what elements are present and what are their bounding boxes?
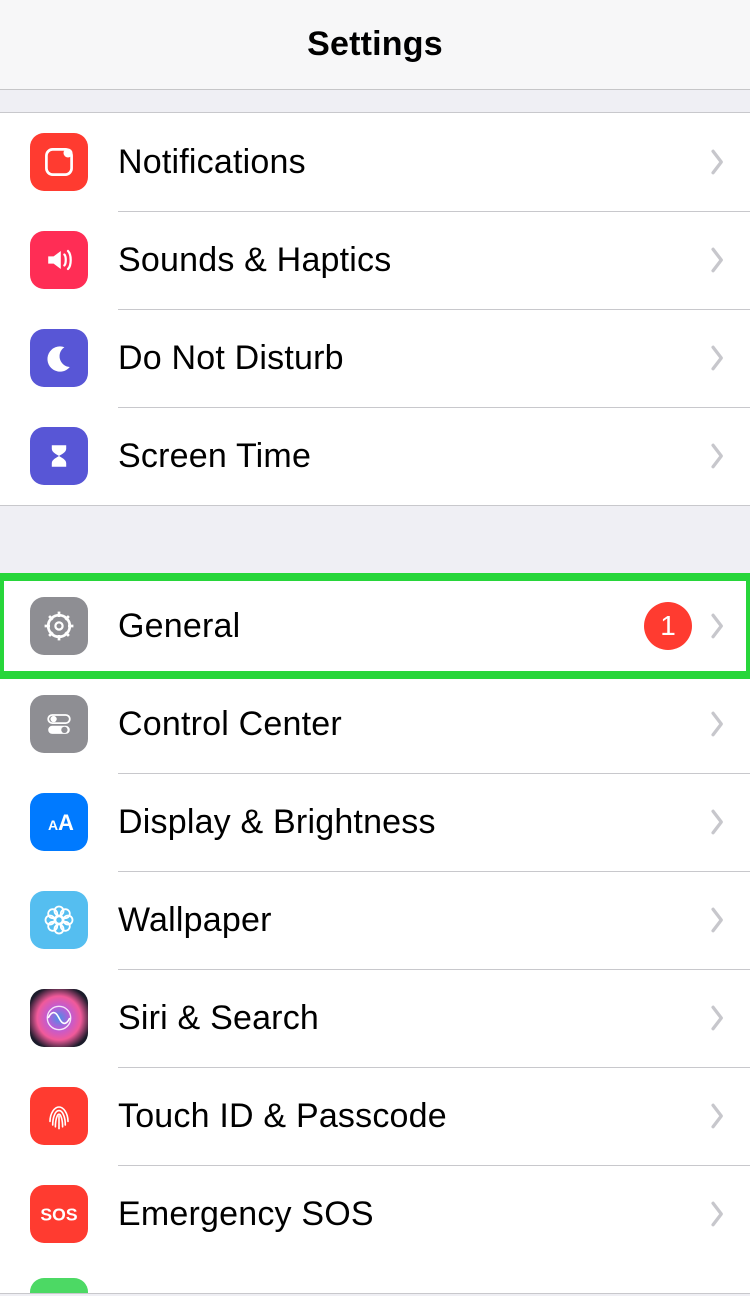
- notification-badge: 1: [644, 602, 692, 650]
- moon-icon: [30, 329, 88, 387]
- row-label: Notifications: [118, 143, 692, 182]
- page-title: Settings: [307, 25, 443, 64]
- separator: [118, 407, 750, 408]
- speaker-icon: [30, 231, 88, 289]
- chevron-right-icon: [704, 710, 732, 738]
- row-label: Sounds & Haptics: [118, 241, 692, 280]
- row-wallpaper[interactable]: Wallpaper: [0, 871, 750, 969]
- svg-text:A: A: [58, 810, 74, 835]
- row-general[interactable]: General 1: [0, 577, 750, 675]
- toggles-icon: [30, 695, 88, 753]
- chevron-right-icon: [704, 1102, 732, 1130]
- chevron-right-icon: [704, 808, 732, 836]
- chevron-right-icon: [704, 148, 732, 176]
- row-label: Emergency SOS: [118, 1195, 692, 1234]
- row-label: Do Not Disturb: [118, 339, 692, 378]
- settings-group-2: General 1 Control Center AA Display & Br…: [0, 576, 750, 1294]
- separator: [118, 773, 750, 774]
- gear-icon: [30, 597, 88, 655]
- row-siri[interactable]: Siri & Search: [0, 969, 750, 1067]
- chevron-right-icon: [704, 442, 732, 470]
- chevron-right-icon: [704, 344, 732, 372]
- fingerprint-icon: [30, 1087, 88, 1145]
- separator: [118, 211, 750, 212]
- chevron-right-icon: [704, 906, 732, 934]
- separator: [118, 1067, 750, 1068]
- svg-text:SOS: SOS: [40, 1205, 77, 1225]
- row-label: Siri & Search: [118, 999, 692, 1038]
- chevron-right-icon: [704, 246, 732, 274]
- svg-text:A: A: [48, 817, 58, 833]
- row-partial-next[interactable]: [0, 1263, 750, 1293]
- row-display[interactable]: AA Display & Brightness: [0, 773, 750, 871]
- row-label: Wallpaper: [118, 901, 692, 940]
- separator: [118, 675, 750, 676]
- aa-icon: AA: [30, 793, 88, 851]
- row-sos[interactable]: SOS Emergency SOS: [0, 1165, 750, 1263]
- flower-icon: [30, 891, 88, 949]
- separator: [118, 1165, 750, 1166]
- separator: [118, 969, 750, 970]
- group-gap: [0, 90, 750, 112]
- row-label: Touch ID & Passcode: [118, 1097, 692, 1136]
- row-touchid[interactable]: Touch ID & Passcode: [0, 1067, 750, 1165]
- separator: [118, 871, 750, 872]
- row-label: Control Center: [118, 705, 692, 744]
- row-dnd[interactable]: Do Not Disturb: [0, 309, 750, 407]
- settings-group-1: Notifications Sounds & Haptics Do Not Di…: [0, 112, 750, 506]
- header: Settings: [0, 0, 750, 90]
- row-notifications[interactable]: Notifications: [0, 113, 750, 211]
- row-sounds[interactable]: Sounds & Haptics: [0, 211, 750, 309]
- partial-icon: [30, 1278, 88, 1293]
- row-screentime[interactable]: Screen Time: [0, 407, 750, 505]
- row-label: Display & Brightness: [118, 803, 692, 842]
- chevron-right-icon: [704, 612, 732, 640]
- siri-icon: [30, 989, 88, 1047]
- row-controlcenter[interactable]: Control Center: [0, 675, 750, 773]
- sos-icon: SOS: [30, 1185, 88, 1243]
- group-gap: [0, 506, 750, 576]
- notifications-icon: [30, 133, 88, 191]
- chevron-right-icon: [704, 1200, 732, 1228]
- hourglass-icon: [30, 427, 88, 485]
- row-label: Screen Time: [118, 437, 692, 476]
- chevron-right-icon: [704, 1004, 732, 1032]
- separator: [118, 309, 750, 310]
- row-label: General: [118, 607, 644, 646]
